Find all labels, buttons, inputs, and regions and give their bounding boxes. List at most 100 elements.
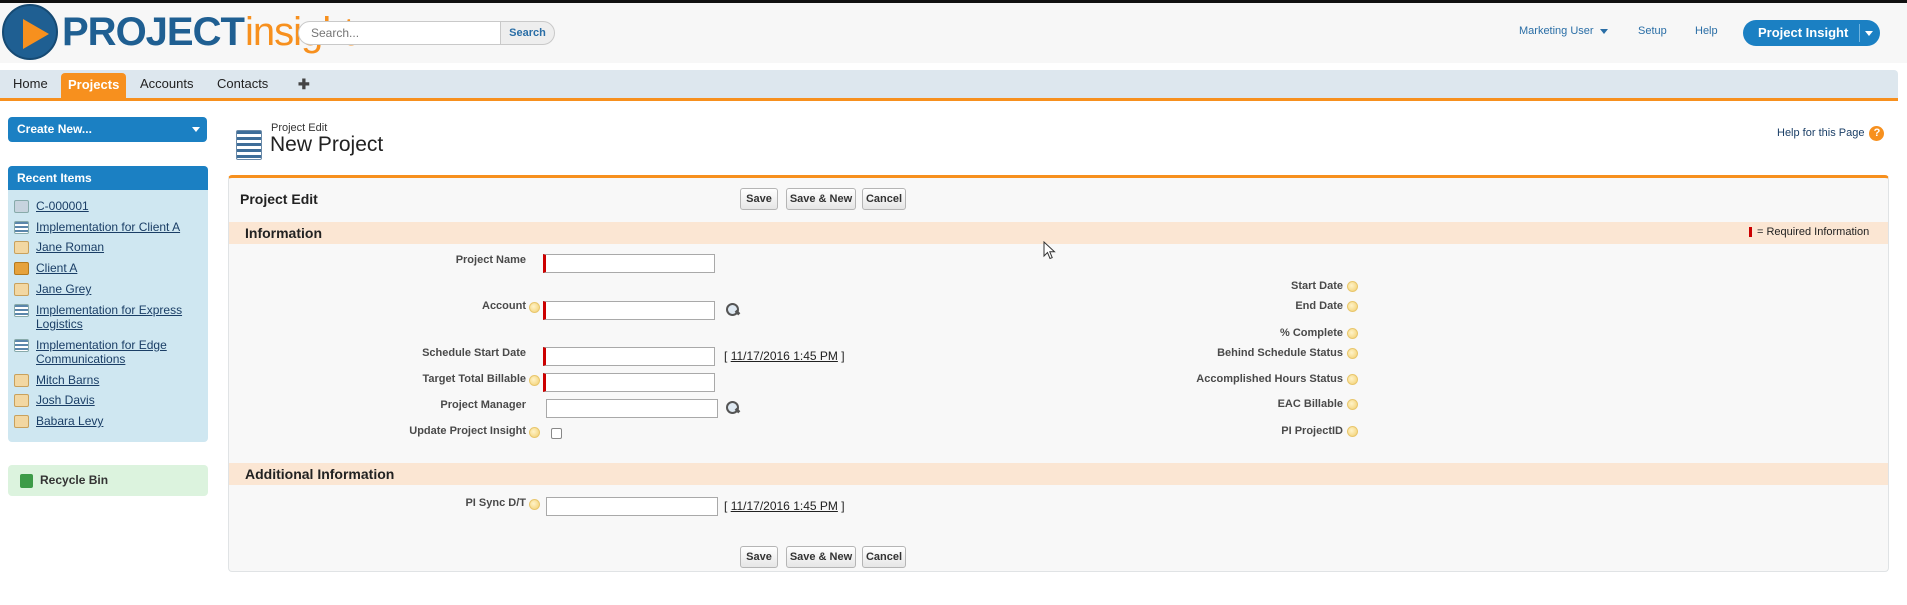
search-input[interactable] xyxy=(298,21,502,45)
field-label: PI Sync D/T xyxy=(465,497,526,509)
cancel-button[interactable]: Cancel xyxy=(862,188,906,210)
update-project-insight-checkbox[interactable] xyxy=(551,428,562,439)
list-item[interactable]: Babara Levy xyxy=(14,414,103,428)
recent-item-link[interactable]: Implementation for Client A xyxy=(36,220,180,234)
save-and-new-button[interactable]: Save & New xyxy=(786,546,856,568)
recent-item-link[interactable]: C-000001 xyxy=(36,199,89,213)
help-for-page-link[interactable]: Help for this Page? xyxy=(1777,126,1885,141)
recent-item-link[interactable]: Implementation for Express Logistics xyxy=(36,303,189,331)
play-logo-icon xyxy=(2,4,58,60)
section-title: Additional Information xyxy=(245,466,395,482)
date-shortcut: [ 11/17/2016 1:45 PM ] xyxy=(724,499,845,513)
recycle-bin-icon xyxy=(20,474,33,488)
field-label: Target Total Billable xyxy=(422,373,527,385)
search-button[interactable]: Search xyxy=(500,21,555,45)
cancel-button[interactable]: Cancel xyxy=(862,546,906,568)
recent-item-link[interactable]: Jane Grey xyxy=(36,282,91,296)
list-item[interactable]: Jane Grey xyxy=(14,282,91,296)
target-total-billable-input[interactable] xyxy=(543,373,715,392)
tab-bar: Home Projects Accounts Contacts ✚ xyxy=(0,70,1898,101)
contact-icon xyxy=(14,394,29,407)
help-bubble-icon[interactable] xyxy=(1347,328,1358,339)
field-label: Project Name xyxy=(455,254,526,266)
field-label: Start Date xyxy=(1291,280,1343,292)
schedule-start-date-input[interactable] xyxy=(543,347,715,366)
account-icon xyxy=(14,262,29,275)
project-manager-input[interactable] xyxy=(546,399,718,418)
lookup-icon[interactable] xyxy=(724,400,741,415)
recycle-bin[interactable]: Recycle Bin xyxy=(8,465,208,496)
field-label: % Complete xyxy=(1280,327,1343,339)
list-item[interactable]: Implementation for Client A xyxy=(14,220,180,234)
section-title: Information xyxy=(245,225,322,241)
add-tab-icon[interactable]: ✚ xyxy=(291,70,317,98)
form-title: Project Edit xyxy=(240,191,318,207)
field-label: PI ProjectID xyxy=(1281,425,1343,437)
tab-contacts[interactable]: Contacts xyxy=(210,70,275,98)
list-item[interactable]: Josh Davis xyxy=(14,393,95,407)
help-link[interactable]: Help xyxy=(1695,25,1718,37)
project-icon xyxy=(236,130,262,160)
create-new-button[interactable]: Create New... xyxy=(8,117,207,142)
help-bubble-icon[interactable] xyxy=(1347,399,1358,410)
required-legend: = Required Information xyxy=(1749,226,1869,238)
setup-link[interactable]: Setup xyxy=(1638,25,1667,37)
tab-projects[interactable]: Projects xyxy=(61,73,127,98)
recent-item-link[interactable]: Jane Roman xyxy=(36,240,104,254)
field-label: Account xyxy=(482,300,526,312)
divider xyxy=(1859,24,1860,42)
chevron-down-icon xyxy=(1865,31,1873,36)
contact-icon xyxy=(14,241,29,254)
account-input[interactable] xyxy=(543,301,715,320)
help-bubble-icon[interactable] xyxy=(1347,281,1358,292)
list-item[interactable]: Implementation for Express Logistics xyxy=(14,303,189,331)
list-item[interactable]: Jane Roman xyxy=(14,240,104,254)
date-shortcut-link[interactable]: 11/17/2016 1:45 PM xyxy=(731,349,838,363)
field-label: Project Manager xyxy=(440,399,526,411)
required-marker xyxy=(1749,227,1752,238)
chevron-down-icon xyxy=(192,127,200,132)
recent-item-link[interactable]: Babara Levy xyxy=(36,414,103,428)
contact-icon xyxy=(14,374,29,387)
contact-icon xyxy=(14,415,29,428)
page-title: New Project xyxy=(270,133,384,156)
help-icon: ? xyxy=(1869,126,1885,141)
recent-item-link[interactable]: Mitch Barns xyxy=(36,373,99,387)
header: PROJECTinsight Search Marketing User Set… xyxy=(0,3,1907,63)
list-item[interactable]: Mitch Barns xyxy=(14,373,99,387)
project-name-input[interactable] xyxy=(543,254,715,273)
help-bubble-icon[interactable] xyxy=(529,499,540,510)
field-label: End Date xyxy=(1295,300,1343,312)
recent-item-link[interactable]: Client A xyxy=(36,261,77,275)
mouse-cursor-icon xyxy=(1043,241,1056,260)
project-icon xyxy=(14,304,29,317)
help-bubble-icon[interactable] xyxy=(529,375,540,386)
user-menu[interactable]: Marketing User xyxy=(1519,25,1608,37)
recent-item-link[interactable]: Implementation for Edge Communications xyxy=(36,338,189,366)
help-bubble-icon[interactable] xyxy=(1347,374,1358,385)
app-switcher-button[interactable]: Project Insight xyxy=(1743,20,1880,46)
help-bubble-icon[interactable] xyxy=(1347,426,1358,437)
help-bubble-icon[interactable] xyxy=(1347,348,1358,359)
list-item[interactable]: Client A xyxy=(14,261,77,275)
list-item[interactable]: Implementation for Edge Communications xyxy=(14,338,189,366)
list-item[interactable]: C-000001 xyxy=(14,199,89,213)
field-label: Accomplished Hours Status xyxy=(1196,373,1343,385)
save-button[interactable]: Save xyxy=(740,188,778,210)
help-bubble-icon[interactable] xyxy=(529,302,540,313)
tab-home[interactable]: Home xyxy=(6,70,55,98)
lookup-icon[interactable] xyxy=(724,302,741,317)
pi-sync-dt-input[interactable] xyxy=(546,497,718,516)
save-button[interactable]: Save xyxy=(740,546,778,568)
recent-item-link[interactable]: Josh Davis xyxy=(36,393,95,407)
recent-items-title: Recent Items xyxy=(8,166,208,190)
date-shortcut: [ 11/17/2016 1:45 PM ] xyxy=(724,349,845,363)
save-and-new-button[interactable]: Save & New xyxy=(786,188,856,210)
section-header-information xyxy=(229,222,1888,244)
field-label: Behind Schedule Status xyxy=(1217,347,1343,359)
help-bubble-icon[interactable] xyxy=(1347,301,1358,312)
help-bubble-icon[interactable] xyxy=(529,427,540,438)
tab-accounts[interactable]: Accounts xyxy=(133,70,200,98)
recent-items-panel: Recent Items C-000001 Implementation for… xyxy=(8,166,208,442)
date-shortcut-link[interactable]: 11/17/2016 1:45 PM xyxy=(731,499,838,513)
